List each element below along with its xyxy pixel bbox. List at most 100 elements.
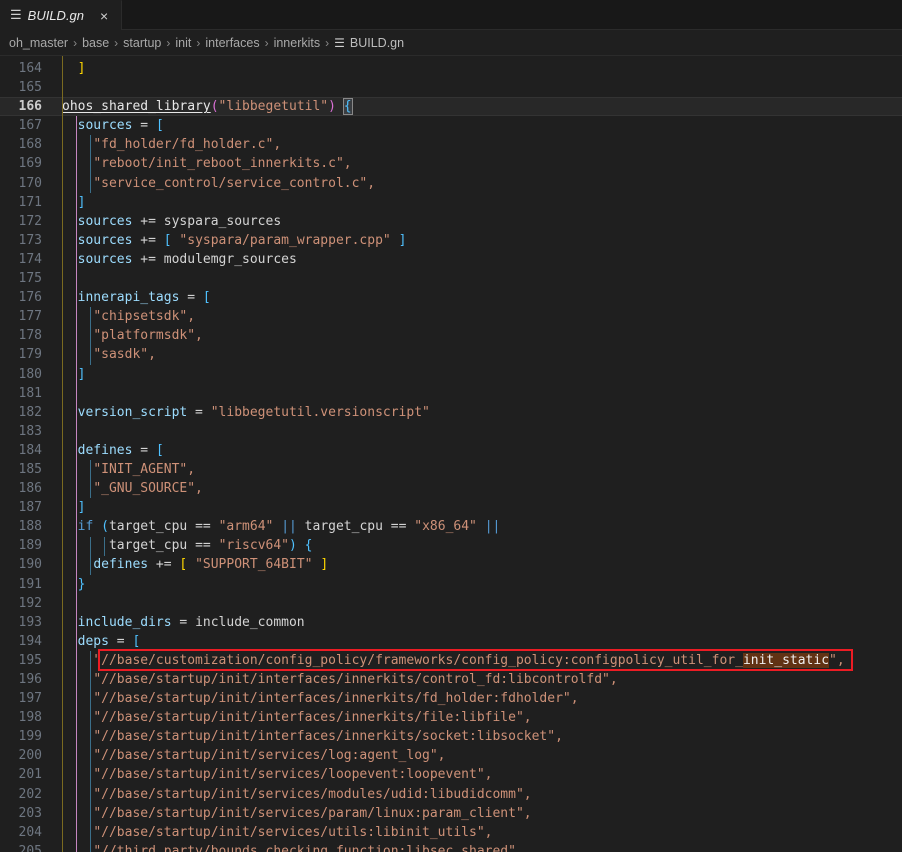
code-line[interactable]: 204 "//base/startup/init/services/utils:…: [0, 823, 902, 842]
tab-build-gn[interactable]: ☰ BUILD.gn ×: [0, 0, 123, 30]
code-line-content[interactable]: "//base/startup/init/interfaces/innerkit…: [46, 689, 902, 708]
code-line-content[interactable]: sources += [ "syspara/param_wrapper.cpp"…: [46, 231, 902, 250]
code-line-content[interactable]: "//base/startup/init/interfaces/innerkit…: [46, 727, 902, 746]
code-line-content[interactable]: ]: [46, 193, 902, 212]
code-line-content[interactable]: include_dirs = include_common: [46, 613, 902, 632]
line-number: 186: [18, 481, 42, 497]
code-line-content[interactable]: "//base/startup/init/services/log:agent_…: [46, 746, 902, 765]
code-line-content[interactable]: "//base/startup/init/services/param/linu…: [46, 804, 902, 823]
code-line[interactable]: 191 }: [0, 575, 902, 594]
breadcrumb-item-oh-master[interactable]: oh_master: [9, 36, 68, 50]
code-line-content[interactable]: "platformsdk",: [46, 326, 902, 345]
code-line-content[interactable]: }: [46, 575, 902, 594]
code-line-content[interactable]: "fd_holder/fd_holder.c",: [46, 135, 902, 154]
code-line[interactable]: 185 "INIT_AGENT",: [0, 460, 902, 479]
code-line[interactable]: 203 "//base/startup/init/services/param/…: [0, 804, 902, 823]
code-line[interactable]: 164 ]: [0, 59, 902, 78]
breadcrumb-item-interfaces[interactable]: interfaces: [205, 36, 259, 50]
code-line[interactable]: 200 "//base/startup/init/services/log:ag…: [0, 746, 902, 765]
code-editor[interactable]: 164 ] 165 166 ohos_shared_library("libbeget…: [0, 56, 902, 852]
tab-label: BUILD.gn: [27, 8, 85, 23]
code-line[interactable]: 165: [0, 78, 902, 97]
code-line[interactable]: 202 "//base/startup/init/services/module…: [0, 785, 902, 804]
code-line-content[interactable]: innerapi_tags = [: [46, 288, 902, 307]
code-line-content[interactable]: "service_control/service_control.c",: [46, 174, 902, 193]
code-line[interactable]: 193 include_dirs = include_common: [0, 613, 902, 632]
line-number: 174: [18, 251, 42, 267]
code-line-content[interactable]: ]: [46, 365, 902, 384]
code-line[interactable]: 189 target_cpu == "riscv64") {: [0, 536, 902, 555]
code-line[interactable]: 170 "service_control/service_control.c",: [0, 174, 902, 193]
breadcrumb-item-innerkits[interactable]: innerkits: [274, 36, 321, 50]
code-line[interactable]: 181: [0, 384, 902, 403]
code-line[interactable]: 201 "//base/startup/init/services/loopev…: [0, 765, 902, 784]
code-line[interactable]: 171 ]: [0, 193, 902, 212]
code-line[interactable]: 172 sources += syspara_sources: [0, 212, 902, 231]
code-line-content[interactable]: defines += [ "SUPPORT_64BIT" ]: [46, 555, 902, 574]
code-line-content[interactable]: "//base/customization/config_policy/fram…: [46, 651, 902, 670]
code-line[interactable]: 192: [0, 594, 902, 613]
code-line[interactable]: 182 version_script = "libbegetutil.versi…: [0, 403, 902, 422]
code-line[interactable]: 169 "reboot/init_reboot_innerkits.c",: [0, 154, 902, 173]
code-line-content[interactable]: sources += syspara_sources: [46, 212, 902, 231]
code-line[interactable]: 173 sources += [ "syspara/param_wrapper.…: [0, 231, 902, 250]
code-line-content[interactable]: target_cpu == "riscv64") {: [46, 536, 902, 555]
code-line[interactable]: 184 defines = [: [0, 441, 902, 460]
code-line[interactable]: 167 sources = [: [0, 116, 902, 135]
code-line[interactable]: 196 "//base/startup/init/interfaces/inne…: [0, 670, 902, 689]
code-line[interactable]: 166 ohos_shared_library("libbegetutil") {: [0, 97, 902, 117]
code-line[interactable]: 199 "//base/startup/init/interfaces/inne…: [0, 727, 902, 746]
code-line-content[interactable]: "//base/startup/init/services/utils:libi…: [46, 823, 902, 842]
code-line[interactable]: 175: [0, 269, 902, 288]
code-line-content[interactable]: if (target_cpu == "arm64" || target_cpu …: [46, 517, 902, 536]
code-line[interactable]: 174 sources += modulemgr_sources: [0, 250, 902, 269]
code-line[interactable]: 195 "//base/customization/config_policy/…: [0, 651, 902, 670]
breadcrumb-item-build-gn[interactable]: ☰ BUILD.gn: [334, 36, 404, 50]
code-line[interactable]: 190 defines += [ "SUPPORT_64BIT" ]: [0, 555, 902, 574]
code-line[interactable]: 168 "fd_holder/fd_holder.c",: [0, 135, 902, 154]
code-line-content[interactable]: "_GNU_SOURCE",: [46, 479, 902, 498]
code-line-content[interactable]: "chipsetsdk",: [46, 307, 902, 326]
code-line[interactable]: 194 deps = [: [0, 632, 902, 651]
code-line-content[interactable]: "sasdk",: [46, 345, 902, 364]
code-line[interactable]: 177 "chipsetsdk",: [0, 307, 902, 326]
code-line[interactable]: 205 "//third_party/bounds_checking_funct…: [0, 842, 902, 852]
code-lines[interactable]: 164 ] 165 166 ohos_shared_library("libbeget…: [0, 56, 902, 852]
code-line[interactable]: 180 ]: [0, 365, 902, 384]
breadcrumb-item-base[interactable]: base: [82, 36, 109, 50]
code-line[interactable]: 183: [0, 422, 902, 441]
code-line-content[interactable]: "//base/startup/init/services/modules/ud…: [46, 785, 902, 804]
code-line[interactable]: 187 ]: [0, 498, 902, 517]
code-line-content[interactable]: sources = [: [46, 116, 902, 135]
code-line[interactable]: 197 "//base/startup/init/interfaces/inne…: [0, 689, 902, 708]
code-line-content[interactable]: ]: [46, 498, 902, 517]
code-line[interactable]: 179 "sasdk",: [0, 345, 902, 364]
code-token: if: [77, 519, 94, 535]
code-line-content[interactable]: version_script = "libbegetutil.versionsc…: [46, 403, 902, 422]
close-icon[interactable]: ×: [96, 8, 112, 24]
breadcrumb-item-startup[interactable]: startup: [123, 36, 161, 50]
code-line-content[interactable]: "//base/startup/init/services/loopevent:…: [46, 765, 902, 784]
code-line[interactable]: 186 "_GNU_SOURCE",: [0, 479, 902, 498]
line-number: 203: [18, 805, 42, 821]
code-line-content[interactable]: ohos_shared_library("libbegetutil") {: [46, 97, 902, 116]
code-line-content[interactable]: "reboot/init_reboot_innerkits.c",: [46, 154, 902, 173]
code-line[interactable]: 176 innerapi_tags = [: [0, 288, 902, 307]
breadcrumb-item-init[interactable]: init: [175, 36, 191, 50]
code-line[interactable]: 198 "//base/startup/init/interfaces/inne…: [0, 708, 902, 727]
code-line-content[interactable]: "//base/startup/init/interfaces/innerkit…: [46, 670, 902, 689]
code-line-content[interactable]: "INIT_AGENT",: [46, 460, 902, 479]
code-line-content[interactable]: defines = [: [46, 441, 902, 460]
code-line[interactable]: 178 "platformsdk",: [0, 326, 902, 345]
code-line-content[interactable]: "//base/startup/init/interfaces/innerkit…: [46, 708, 902, 727]
line-number: 169: [18, 156, 42, 172]
code-line-content[interactable]: deps = [: [46, 632, 902, 651]
code-line-content[interactable]: ]: [46, 59, 902, 78]
code-line-content[interactable]: sources += modulemgr_sources: [46, 250, 902, 269]
code-line[interactable]: 188 if (target_cpu == "arm64" || target_…: [0, 517, 902, 536]
code-line-content[interactable]: "//third_party/bounds_checking_function:…: [46, 842, 902, 852]
